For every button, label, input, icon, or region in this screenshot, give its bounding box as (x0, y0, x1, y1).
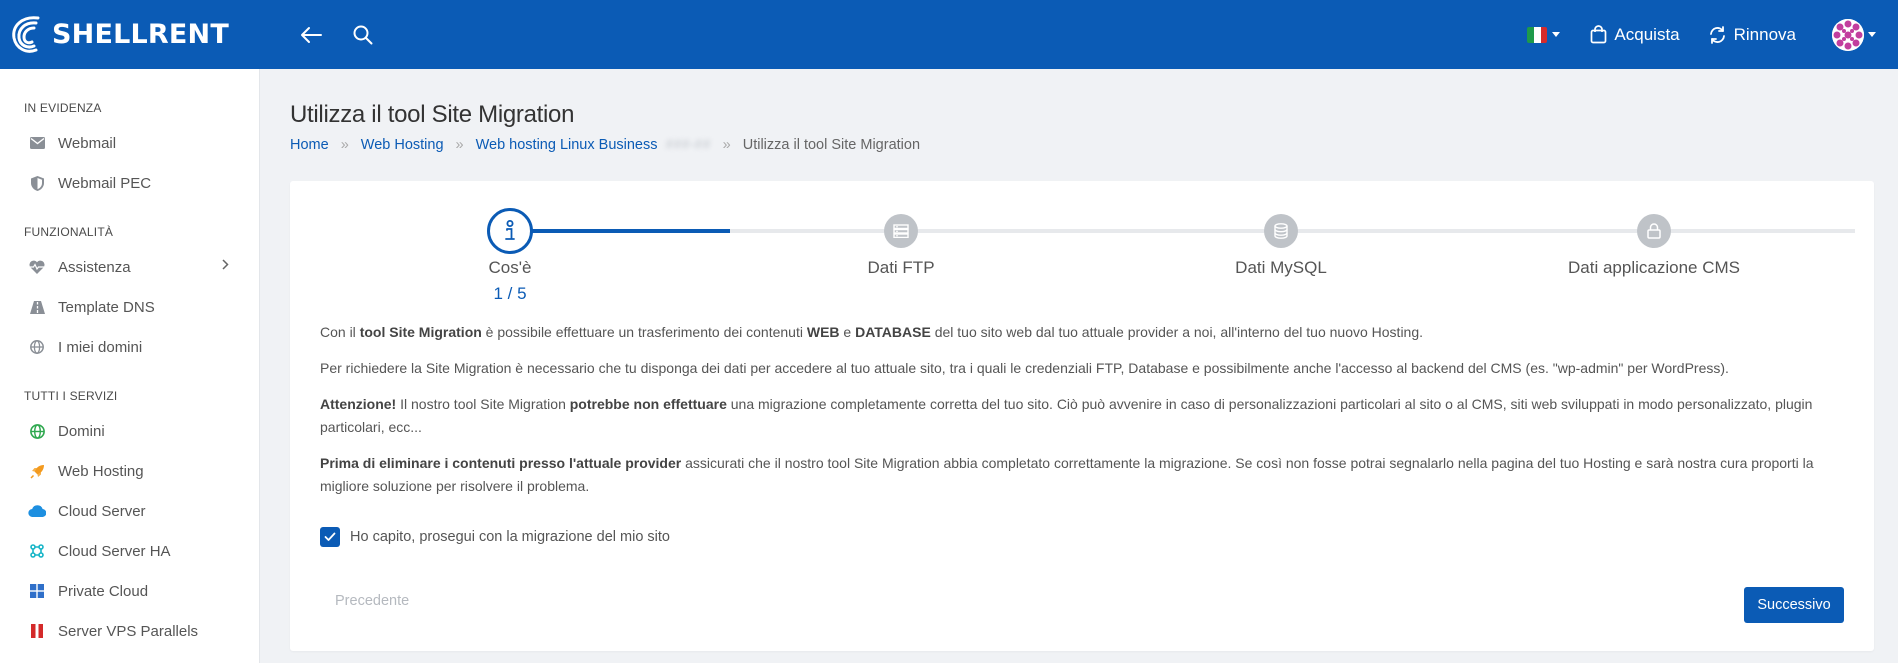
breadcrumb-separator: » (455, 137, 464, 153)
user-menu[interactable] (1824, 18, 1876, 51)
sidebar-item-label: Server VPS Parallels (58, 622, 199, 640)
caret-down-icon (1868, 31, 1876, 37)
search-icon[interactable] (350, 22, 376, 48)
confirm-checkbox-label: Ho capito, prosegui con la migrazione de… (350, 529, 670, 545)
step-label: Dati FTP (867, 258, 935, 277)
breadcrumb: Home » Web Hosting » Web hosting Linux B… (290, 137, 1874, 153)
sidebar-item-label: Domini (58, 422, 105, 440)
italy-flag-icon (1527, 26, 1548, 43)
info-icon (487, 208, 533, 254)
sidebar-item-label: Web Hosting (58, 462, 144, 480)
parallels-icon (28, 622, 46, 640)
step-cose[interactable]: Cos'è 1 / 5 (390, 208, 630, 304)
step-label: Dati MySQL (1235, 258, 1327, 277)
sidebar-item-i-miei-domini[interactable]: I miei domini (0, 327, 259, 367)
main-content: Utilizza il tool Site Migration Home » W… (290, 69, 1874, 651)
checkmark-icon (324, 532, 336, 541)
breadcrumb-separator: » (722, 137, 731, 153)
shell-logo-icon (12, 15, 40, 53)
chevron-right-icon (222, 259, 229, 270)
sidebar-item-label: Template DNS (58, 298, 155, 316)
requirements-paragraph: Per richiedere la Site Migration è neces… (320, 360, 1729, 376)
network-icon (28, 542, 46, 560)
database-icon (1264, 214, 1298, 248)
sidebar-item-assistenza[interactable]: Assistenza (0, 247, 259, 287)
previous-button[interactable]: Precedente (335, 593, 409, 609)
rocket-icon (28, 462, 46, 480)
sidebar-item-server-vps-parallels[interactable]: Server VPS Parallels (0, 611, 259, 651)
top-bar: SHELLRENT Acquista Rinnova (0, 0, 1898, 69)
next-button[interactable]: Successivo (1744, 587, 1844, 623)
sidebar-item-label: Webmail (58, 134, 117, 152)
sidebar-item-webmail-pec[interactable]: Webmail PEC (0, 163, 259, 203)
logo[interactable]: SHELLRENT (8, 0, 268, 69)
confirm-checkbox[interactable] (320, 527, 340, 547)
sidebar-section-title: FUNZIONALITÀ (24, 225, 114, 239)
sidebar-item-cloud-server[interactable]: Cloud Server (0, 491, 259, 531)
sidebar-item-label: Cloud Server (58, 502, 146, 520)
server-icon (884, 214, 918, 248)
lock-icon (1637, 214, 1671, 248)
breadcrumb-current: Utilizza il tool Site Migration (742, 137, 921, 153)
breadcrumb-home[interactable]: Home (290, 137, 329, 153)
sidebar-item-label: Assistenza (58, 258, 131, 276)
step-label: Dati applicazione CMS (1568, 258, 1740, 277)
step-dati-mysql[interactable]: Dati MySQL (1161, 209, 1401, 278)
sidebar: IN EVIDENZA Webmail Webmail PEC FUNZIONA… (0, 69, 260, 663)
shield-icon (28, 174, 46, 192)
globe-icon (28, 338, 46, 356)
avatar (1832, 18, 1864, 51)
step-dati-cms[interactable]: Dati applicazione CMS (1534, 209, 1774, 278)
sidebar-section-title: IN EVIDENZA (24, 101, 102, 115)
step-progress: 1 / 5 (493, 284, 527, 303)
wizard-stepper: Cos'è 1 / 5 Dati FTP Dati MySQL Dati app… (320, 208, 1855, 309)
breadcrumb-web-hosting[interactable]: Web Hosting (361, 137, 444, 153)
mail-icon (28, 134, 46, 152)
cloud-icon (28, 502, 46, 520)
road-icon (28, 298, 46, 316)
renew-link[interactable]: Rinnova (1708, 25, 1796, 45)
sidebar-item-template-dns[interactable]: Template DNS (0, 287, 259, 327)
sidebar-item-webmail[interactable]: Webmail (0, 123, 259, 163)
advice-paragraph: Prima di eliminare i contenuti presso l'… (320, 455, 1814, 494)
confirm-checkbox-row[interactable]: Ho capito, prosegui con la migrazione de… (320, 527, 670, 547)
step-dati-ftp[interactable]: Dati FTP (781, 209, 1021, 278)
sidebar-item-domini[interactable]: Domini (0, 411, 259, 451)
windows-icon (28, 582, 46, 600)
intro-paragraph: Con il tool Site Migration è possibile e… (320, 324, 1424, 340)
sidebar-item-web-hosting[interactable]: Web Hosting (0, 451, 259, 491)
language-selector[interactable] (1527, 26, 1561, 43)
caret-down-icon (1552, 31, 1561, 37)
buy-label: Acquista (1614, 24, 1680, 44)
buy-link[interactable]: Acquista (1590, 24, 1680, 45)
shopping-bag-icon (1591, 25, 1607, 44)
back-arrow-icon[interactable] (298, 22, 324, 48)
sidebar-item-label: Webmail PEC (58, 174, 152, 192)
brand-name: SHELLRENT (52, 19, 229, 50)
step-label: Cos'è (488, 258, 532, 277)
page-title: Utilizza il tool Site Migration (290, 101, 575, 128)
wizard-content: Con il tool Site Migration è possibile e… (320, 321, 1844, 511)
migration-wizard-card: Cos'è 1 / 5 Dati FTP Dati MySQL Dati app… (290, 181, 1874, 651)
heartbeat-icon (28, 258, 46, 276)
sidebar-section-title: TUTTI I SERVIZI (24, 389, 118, 403)
warning-paragraph: Attenzione! Il nostro tool Site Migratio… (320, 396, 1813, 435)
refresh-icon (1709, 25, 1725, 44)
renew-label: Rinnova (1733, 24, 1796, 44)
sidebar-item-label: Cloud Server HA (58, 542, 171, 560)
breadcrumb-separator: » (340, 137, 349, 153)
breadcrumb-hosting-plan[interactable]: Web hosting Linux Business (476, 137, 658, 153)
sidebar-item-label: Private Cloud (58, 582, 149, 600)
globe-icon (28, 422, 46, 440)
breadcrumb-hosting-plan-id: ###-## (665, 137, 711, 153)
sidebar-item-cloud-server-ha[interactable]: Cloud Server HA (0, 531, 259, 571)
sidebar-item-label: I miei domini (58, 338, 143, 356)
sidebar-item-private-cloud[interactable]: Private Cloud (0, 571, 259, 611)
